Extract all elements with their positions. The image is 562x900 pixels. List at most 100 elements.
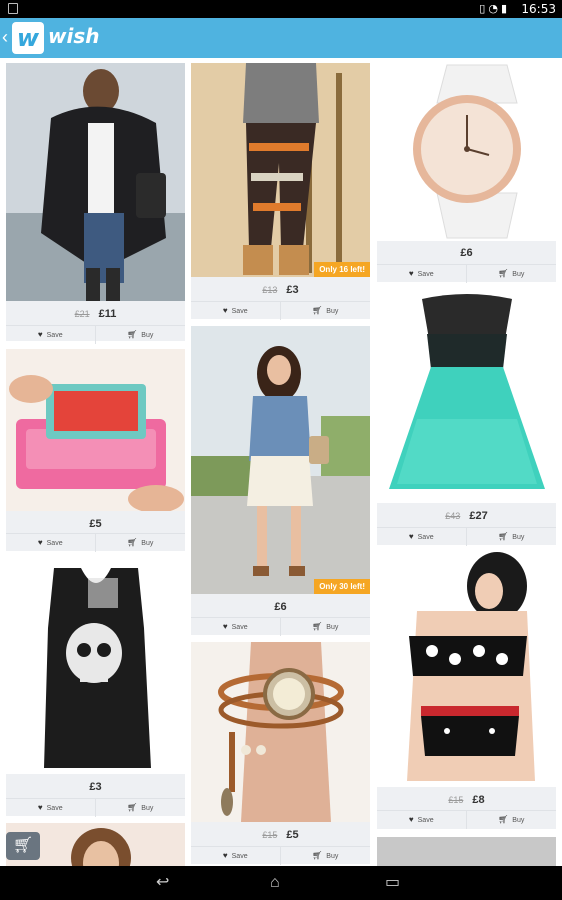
back-icon[interactable]: ↩ [156, 874, 169, 892]
save-label: Save [231, 624, 248, 631]
save-button[interactable]: ♥ Save [6, 799, 96, 817]
product-image[interactable]: Only 30 left! [191, 326, 370, 594]
buy-button[interactable]: 🛒︎ Buy [467, 528, 557, 546]
buy-button[interactable]: 🛒︎ Buy [96, 534, 186, 552]
buy-label: Buy [326, 624, 339, 631]
product-card[interactable]: Only 16 left! £13 £3 ♥ Save 🛒︎ Buy [191, 63, 371, 320]
wish-logo-text: wish [48, 24, 100, 48]
product-photo-wallet [6, 349, 185, 511]
sale-price: £27 [469, 510, 488, 522]
price-row: £6 [191, 596, 370, 618]
product-image[interactable] [6, 558, 185, 774]
stock-badge: Only 30 left! [314, 579, 370, 594]
buy-button[interactable]: 🛒︎ Buy [467, 811, 557, 829]
cart-icon: 🛒︎ [498, 269, 509, 278]
heart-icon: ♥ [222, 306, 228, 315]
recents-icon[interactable]: ▭ [385, 874, 400, 892]
product-image[interactable] [377, 289, 556, 503]
price-row: £15 £8 [377, 789, 556, 811]
save-button[interactable]: ♥ Save [377, 265, 467, 283]
buy-label: Buy [141, 805, 154, 812]
buy-button[interactable]: 🛒︎ Buy [96, 799, 186, 817]
card-actions: ♥ Save 🛒︎ Buy [191, 846, 371, 865]
save-button[interactable]: ♥ Save [377, 528, 467, 546]
product-photo-polka-bikini [377, 551, 556, 787]
save-label: Save [417, 271, 434, 278]
save-button[interactable]: ♥ Save [191, 847, 281, 865]
buy-label: Buy [141, 540, 154, 547]
back-chevron-icon[interactable]: ‹ [2, 27, 8, 47]
sale-price: £5 [286, 829, 299, 841]
product-card[interactable]: £43 £27 ♥ Save 🛒︎ Buy [377, 289, 557, 546]
card-actions: ♥ Save 🛒︎ Buy [191, 301, 371, 320]
original-price: £15 [262, 830, 278, 840]
save-button[interactable]: ♥ Save [6, 326, 96, 344]
product-photo-rose-gold-watch [377, 63, 556, 241]
save-button[interactable]: ♥ Save [191, 302, 281, 320]
heart-icon: ♥ [408, 532, 414, 541]
original-price: £13 [262, 285, 278, 295]
price-row: £5 [6, 513, 185, 535]
product-image[interactable] [377, 837, 556, 866]
notification-icon [8, 3, 18, 14]
buy-button[interactable]: 🛒︎ Buy [281, 618, 371, 636]
product-card[interactable]: £15 £5 ♥ Save 🛒︎ Buy [191, 642, 371, 865]
wifi-icon: ◔ [488, 2, 501, 15]
product-image[interactable] [377, 63, 556, 241]
buy-label: Buy [141, 332, 154, 339]
shopping-cart-button[interactable]: 🛒︎ [6, 832, 40, 860]
product-card[interactable]: £21 £11 ♥ Save 🛒︎ Buy [6, 63, 186, 344]
product-photo-leggings [191, 63, 370, 277]
sale-price: £3 [286, 284, 299, 296]
product-card[interactable]: £5 ♥ Save 🛒︎ Buy [6, 349, 186, 552]
sale-price: £5 [89, 518, 102, 530]
original-price: £43 [445, 511, 461, 521]
save-button[interactable]: ♥ Save [6, 534, 96, 552]
buy-button[interactable]: 🛒︎ Buy [467, 265, 557, 283]
product-image[interactable] [6, 349, 185, 511]
save-label: Save [46, 332, 63, 339]
product-feed[interactable]: £21 £11 ♥ Save 🛒︎ Buy £5 ♥ Save 🛒︎ Buy £… [0, 58, 562, 866]
heart-icon: ♥ [222, 851, 228, 860]
product-image[interactable] [377, 551, 556, 787]
product-photo-bracelet-watch [191, 642, 370, 822]
wish-logo-letter: w [16, 24, 40, 52]
product-card[interactable] [377, 837, 556, 866]
clock: 16:53 [521, 2, 556, 16]
original-price: £21 [74, 309, 90, 319]
save-button[interactable]: ♥ Save [191, 618, 281, 636]
vibrate-icon: ▯ [479, 2, 489, 15]
wish-logo[interactable]: w [12, 22, 44, 54]
save-label: Save [417, 534, 434, 541]
app-bar: ‹ w wish [0, 18, 562, 58]
product-image[interactable] [191, 642, 370, 822]
product-image[interactable]: Only 16 left! [191, 63, 370, 277]
product-card[interactable]: £3 ♥ Save 🛒︎ Buy [6, 558, 186, 817]
buy-button[interactable]: 🛒︎ Buy [96, 326, 186, 344]
card-actions: ♥ Save 🛒︎ Buy [377, 264, 557, 283]
product-card[interactable]: £6 ♥ Save 🛒︎ Buy [377, 63, 557, 283]
cart-icon: 🛒︎ [498, 815, 509, 824]
card-actions: ♥ Save 🛒︎ Buy [377, 527, 557, 546]
product-card[interactable]: £15 £8 ♥ Save 🛒︎ Buy [377, 551, 556, 829]
cart-icon: 🛒︎ [312, 306, 323, 315]
save-label: Save [231, 853, 248, 860]
battery-icon: ▮ [500, 2, 510, 15]
save-label: Save [46, 805, 63, 812]
buy-button[interactable]: 🛒︎ Buy [281, 847, 371, 865]
product-card[interactable]: Only 30 left! £6 ♥ Save 🛒︎ Buy [191, 326, 371, 636]
status-bar: ▯◔▮ 16:53 [0, 0, 562, 18]
cart-icon: 🛒︎ [498, 532, 509, 541]
save-button[interactable]: ♥ Save [377, 811, 467, 829]
heart-icon: ♥ [408, 269, 414, 278]
sale-price: £8 [472, 794, 485, 806]
save-label: Save [417, 817, 434, 824]
product-image[interactable] [6, 63, 185, 301]
buy-button[interactable]: 🛒︎ Buy [281, 302, 371, 320]
buy-label: Buy [512, 534, 525, 541]
original-price: £15 [448, 795, 464, 805]
home-icon[interactable]: ⌂ [270, 874, 280, 892]
cart-icon: 🛒︎ [312, 622, 323, 631]
product-photo-denim-shirt [191, 326, 370, 594]
cart-icon: 🛒︎ [127, 330, 138, 339]
